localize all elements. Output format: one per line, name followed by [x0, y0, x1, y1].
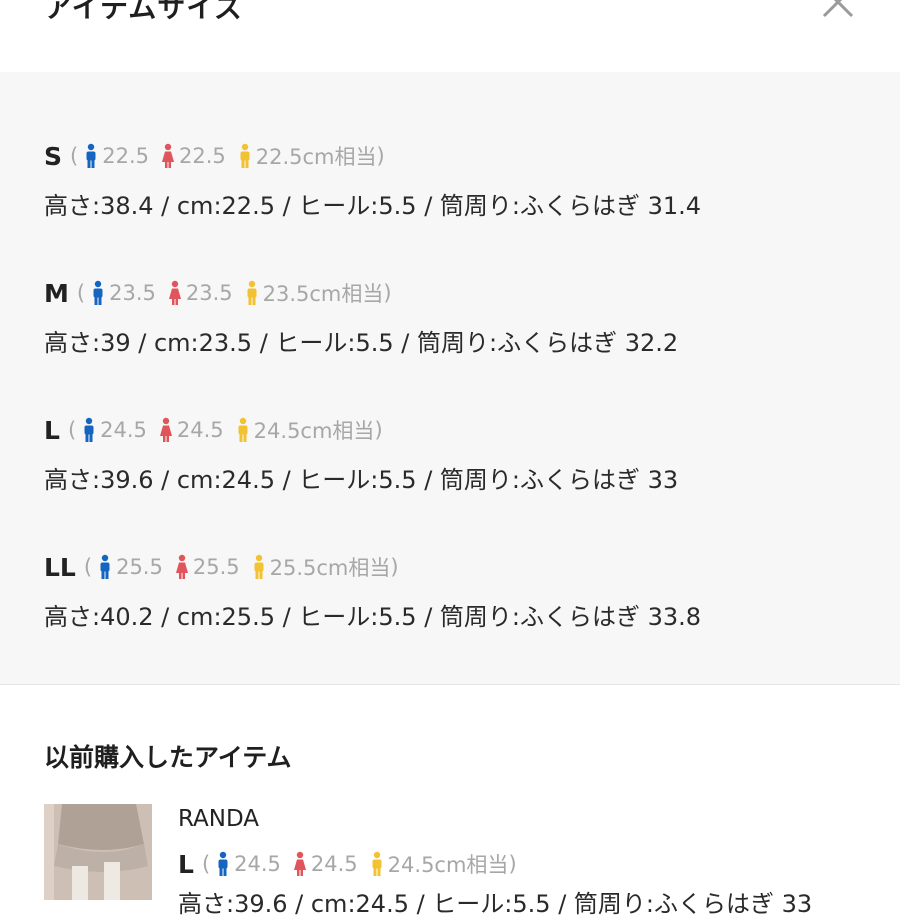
- woman-icon: [168, 280, 181, 305]
- size-label: M: [44, 278, 69, 308]
- paren-open: (: [70, 144, 79, 168]
- men-size-value: 24.5: [100, 418, 147, 442]
- men-size-value: 25.5: [116, 555, 163, 579]
- previous-size-row: L ( 24.5 24.5 24.5cm相当 ): [178, 846, 517, 882]
- size-row-ll: LL ( 25.5 25.5 25.5cm相当 ): [44, 549, 399, 585]
- woman-icon: [161, 143, 174, 168]
- previous-purchases-title: 以前購入したアイテム: [44, 743, 292, 772]
- size-row-m: M ( 23.5 23.5 23.5cm相当 ): [44, 275, 392, 311]
- paren-close: ): [390, 555, 399, 579]
- unisex-icon: [372, 851, 382, 876]
- man-icon: [100, 554, 110, 579]
- unisex-size: 22.5cm相当: [238, 141, 377, 171]
- modal-title: アイテムサイズ: [44, 0, 244, 24]
- women-size-value: 24.5: [310, 852, 358, 876]
- unisex-icon: [240, 143, 250, 168]
- size-spec: 高さ:38.4 / cm:22.5 / ヒール:5.5 / 筒周り:ふくらはぎ …: [44, 192, 702, 220]
- man-icon: [218, 851, 228, 876]
- product-brand: RANDA: [178, 806, 260, 832]
- paren-close: ): [383, 281, 392, 305]
- modal-header: アイテムサイズ: [0, 0, 900, 72]
- woman-icon: [175, 554, 188, 579]
- women-size-value: 25.5: [192, 555, 240, 579]
- size-list-panel: S ( 22.5 22.5 22.5cm相当 ) 高さ:38.4 / cm:22…: [0, 72, 900, 684]
- paren-close: ): [376, 144, 385, 168]
- unisex-icon: [247, 280, 257, 305]
- size-row-l: L ( 24.5 24.5 24.5cm相当 ): [44, 412, 383, 448]
- man-icon: [84, 417, 94, 442]
- size-label: L: [44, 415, 60, 445]
- unisex-size-value: 25.5cm相当: [269, 556, 391, 580]
- size-label: LL: [44, 552, 76, 582]
- men-size-value: 24.5: [234, 852, 281, 876]
- paren-close: ): [508, 852, 517, 876]
- size-spec: 高さ:39 / cm:23.5 / ヒール:5.5 / 筒周り:ふくらはぎ 32…: [44, 329, 679, 357]
- women-size-value: 22.5: [178, 144, 226, 168]
- previous-size-spec: 高さ:39.6 / cm:24.5 / ヒール:5.5 / 筒周り:ふくらはぎ …: [178, 890, 813, 918]
- unisex-size-value: 24.5cm相当: [387, 853, 509, 877]
- size-label: L: [178, 849, 194, 879]
- women-size: 23.5: [168, 280, 233, 306]
- product-thumbnail[interactable]: [44, 804, 152, 900]
- size-spec: 高さ:40.2 / cm:25.5 / ヒール:5.5 / 筒周り:ふくらはぎ …: [44, 603, 702, 631]
- close-button[interactable]: [818, 0, 858, 22]
- men-size: 22.5: [84, 143, 149, 169]
- size-row-s: S ( 22.5 22.5 22.5cm相当 ): [44, 138, 385, 174]
- unisex-size: 23.5cm相当: [245, 278, 384, 308]
- unisex-size-value: 24.5cm相当: [253, 419, 375, 443]
- woman-icon: [159, 417, 172, 442]
- women-size: 24.5: [159, 417, 224, 443]
- unisex-icon: [238, 417, 248, 442]
- man-icon: [86, 143, 96, 168]
- paren-open: (: [201, 852, 211, 876]
- close-icon: [822, 0, 854, 18]
- men-size: 24.5: [82, 417, 147, 443]
- paren-open: (: [67, 418, 77, 442]
- unisex-size-value: 23.5cm相当: [262, 282, 384, 306]
- men-size-value: 23.5: [109, 281, 156, 305]
- men-size: 24.5: [216, 851, 281, 877]
- unisex-size: 24.5cm相当: [236, 415, 375, 445]
- paren-close: ): [374, 418, 383, 442]
- paren-open: (: [76, 281, 86, 305]
- men-size: 23.5: [91, 280, 156, 306]
- woman-icon: [293, 851, 306, 876]
- women-size-value: 24.5: [176, 418, 224, 442]
- man-icon: [93, 280, 103, 305]
- product-photo: [44, 804, 152, 900]
- unisex-icon: [254, 554, 264, 579]
- section-divider: [0, 684, 900, 685]
- size-spec: 高さ:39.6 / cm:24.5 / ヒール:5.5 / 筒周り:ふくらはぎ …: [44, 466, 679, 494]
- women-size: 25.5: [175, 554, 240, 580]
- men-size: 25.5: [98, 554, 163, 580]
- men-size-value: 22.5: [102, 144, 149, 168]
- women-size: 22.5: [161, 143, 226, 169]
- women-size: 24.5: [293, 851, 358, 877]
- unisex-size-value: 22.5cm相当: [255, 145, 377, 169]
- paren-open: (: [83, 555, 93, 579]
- unisex-size: 24.5cm相当: [370, 849, 509, 879]
- unisex-size: 25.5cm相当: [252, 552, 391, 582]
- women-size-value: 23.5: [185, 281, 233, 305]
- size-label: S: [44, 141, 63, 171]
